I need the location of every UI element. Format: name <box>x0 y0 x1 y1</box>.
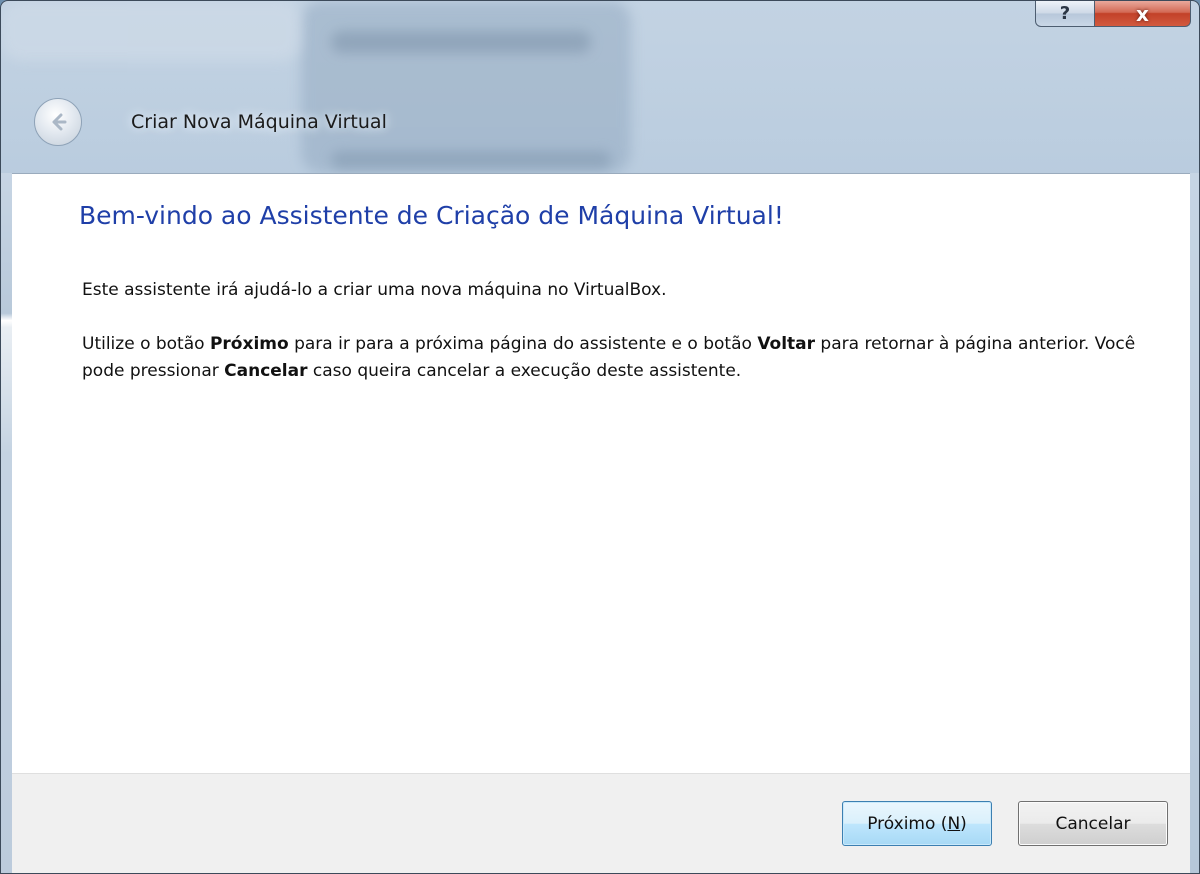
button-bar: Próximo (N) Cancelar <box>12 773 1190 873</box>
page-heading: Bem-vindo ao Assistente de Criação de Má… <box>79 201 784 230</box>
cancel-button[interactable]: Cancelar <box>1018 801 1168 846</box>
instructions-text: Utilize o botão Próximo para ir para a p… <box>82 331 1162 385</box>
next-label-prefix: Próximo ( <box>867 813 948 834</box>
wizard-window: ? x Criar Nova Máquina Virtual Bem-vindo… <box>0 0 1200 874</box>
glass-blur <box>301 1 631 173</box>
instructions-back-word: Voltar <box>757 334 816 354</box>
glass-blur <box>331 151 611 169</box>
title-bar[interactable]: ? x Criar Nova Máquina Virtual <box>1 1 1199 173</box>
next-mnemonic: N <box>947 813 961 834</box>
help-icon: ? <box>1059 3 1071 24</box>
wizard-page: Bem-vindo ao Assistente de Criação de Má… <box>12 173 1190 773</box>
back-arrow-icon <box>52 113 67 131</box>
glass-blur <box>331 31 591 53</box>
window-border-left <box>1 173 12 873</box>
intro-text: Este assistente irá ajudá-lo a criar uma… <box>82 280 667 300</box>
instructions-segment: caso queira cancelar a execução deste as… <box>307 361 742 381</box>
help-button[interactable]: ? <box>1035 1 1095 27</box>
close-icon: x <box>1136 1 1149 26</box>
caption-buttons: ? x <box>1035 1 1191 29</box>
next-label-suffix: ) <box>960 813 967 834</box>
instructions-segment: para ir para a próxima página do assiste… <box>288 334 758 354</box>
glass-blur <box>1 1 301 61</box>
cancel-button-label: Cancelar <box>1055 813 1131 834</box>
instructions-segment: Utilize o botão <box>82 334 210 354</box>
instructions-next-word: Próximo <box>209 334 289 354</box>
next-button-label: Próximo (N) <box>867 814 967 834</box>
next-button[interactable]: Próximo (N) <box>842 801 992 846</box>
close-button[interactable]: x <box>1095 1 1191 27</box>
window-title: Criar Nova Máquina Virtual <box>131 111 387 133</box>
instructions-cancel-word: Cancelar <box>224 361 308 381</box>
back-button[interactable] <box>34 98 82 146</box>
